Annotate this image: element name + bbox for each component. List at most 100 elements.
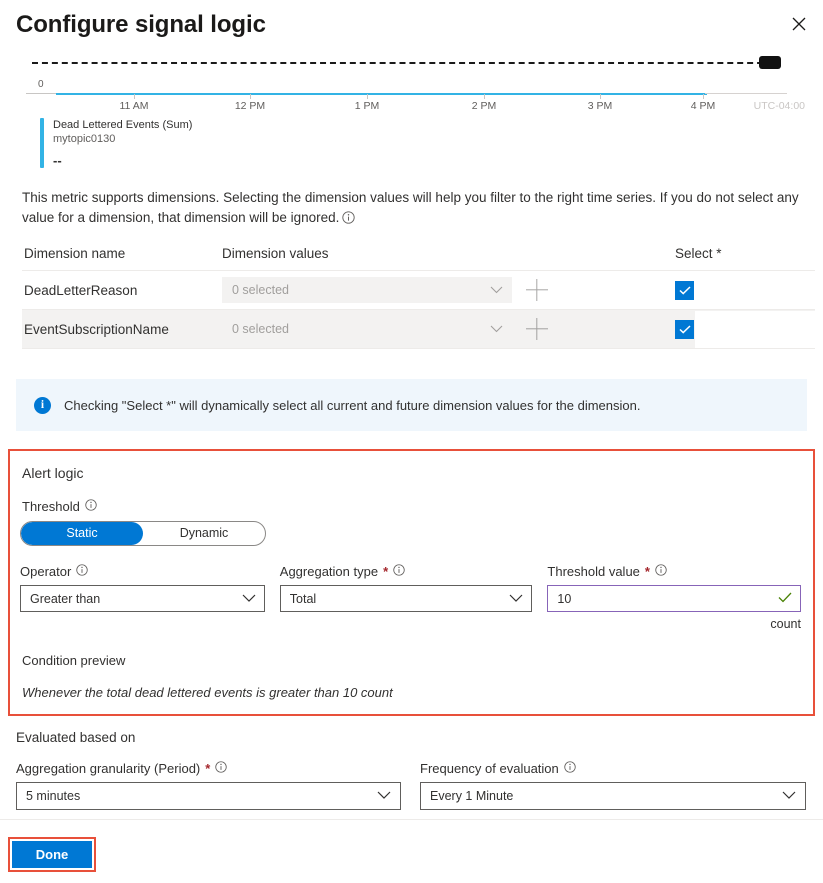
info-icon[interactable] [215, 761, 228, 776]
threshold-label: Threshold [22, 499, 801, 514]
alert-logic-fields: Operator Greater than Aggregation type *… [20, 564, 801, 631]
frequency-of-evaluation-dropdown[interactable]: Every 1 Minute [420, 782, 806, 810]
legend-value: -- [53, 153, 62, 168]
threshold-value-badge [759, 56, 781, 69]
threshold-line [32, 62, 773, 64]
column-header-dimension-values: Dimension values [222, 246, 329, 261]
column-header-dimension-name: Dimension name [24, 246, 126, 261]
info-icon[interactable] [342, 210, 356, 230]
aggregation-granularity-label-text: Aggregation granularity (Period) [16, 761, 201, 776]
chart-plot: 0 11 AM 12 PM 1 PM 2 PM 3 PM 4 PM UTC-04… [16, 54, 807, 112]
dimension-values-selected-text: 0 selected [232, 283, 289, 297]
x-tick-label: 11 AM [119, 100, 149, 112]
threshold-type-toggle[interactable]: Static Dynamic [20, 521, 266, 546]
footer-divider [0, 819, 823, 820]
info-icon[interactable] [85, 499, 97, 514]
tick-mark [703, 94, 704, 99]
legend-color-swatch [40, 118, 44, 168]
table-header-row: Dimension name Dimension values Select * [22, 246, 815, 271]
dimension-name: DeadLetterReason [24, 282, 138, 298]
done-button[interactable]: Done [12, 841, 92, 868]
dimension-values-selected-text: 0 selected [232, 322, 289, 336]
aggregation-granularity-dropdown[interactable]: 5 minutes [16, 782, 401, 810]
metric-chart: 0 11 AM 12 PM 1 PM 2 PM 3 PM 4 PM UTC-04… [16, 54, 807, 176]
x-tick-label: 3 PM [587, 100, 613, 112]
threshold-value-label-text: Threshold value [547, 564, 640, 579]
table-row: DeadLetterReason 0 selected [22, 271, 815, 310]
required-indicator: * [383, 564, 389, 579]
info-icon[interactable] [76, 564, 88, 579]
dimension-values-dropdown[interactable]: 0 selected [222, 316, 512, 342]
info-banner: i Checking "Select *" will dynamically s… [16, 379, 807, 431]
dimension-values-cell: 0 selected [222, 316, 675, 342]
dimension-values-cell: 0 selected [222, 277, 675, 303]
x-tick-label: 1 PM [354, 100, 380, 112]
frequency-of-evaluation-value: Every 1 Minute [430, 789, 514, 803]
frequency-of-evaluation-label: Frequency of evaluation [420, 761, 806, 776]
chevron-down-icon [242, 592, 256, 606]
evaluated-based-on-fields: Aggregation granularity (Period) * 5 min… [16, 761, 823, 810]
dialog-header: Configure signal logic [0, 0, 823, 48]
dimension-values-dropdown[interactable]: 0 selected [222, 277, 512, 303]
operator-value: Greater than [30, 591, 101, 606]
select-all-checkbox[interactable] [675, 319, 694, 339]
aggregation-type-label: Aggregation type * [280, 564, 533, 579]
add-dimension-value-icon[interactable] [526, 279, 548, 301]
aggregation-type-label-text: Aggregation type [279, 564, 379, 579]
info-banner-text: Checking "Select *" will dynamically sel… [64, 397, 641, 413]
dimensions-table: Dimension name Dimension values Select *… [22, 246, 823, 349]
condition-preview-label: Condition preview [22, 653, 126, 668]
legend-text: Dead Lettered Events (Sum) mytopic0130 -… [53, 118, 192, 168]
aggregation-type-dropdown[interactable]: Total [279, 585, 533, 612]
required-indicator: * [205, 761, 211, 776]
table-row: EventSubscriptionName 0 selected [22, 310, 823, 349]
operator-field: Operator Greater than [20, 564, 265, 631]
frequency-of-evaluation-label-text: Frequency of evaluation [420, 761, 559, 776]
aggregation-granularity-value: 5 minutes [26, 789, 81, 803]
info-icon[interactable] [393, 564, 405, 579]
info-icon[interactable] [564, 761, 576, 776]
info-icon[interactable] [655, 564, 667, 579]
operator-label-text: Operator [20, 564, 72, 579]
x-tick-label: 2 PM [471, 100, 497, 112]
aggregation-type-field: Aggregation type * Total [279, 564, 533, 631]
validation-check-icon [778, 592, 792, 606]
aggregation-type-value: Total [289, 591, 317, 606]
dimensions-description: This metric supports dimensions. Selecti… [22, 188, 807, 230]
threshold-value-text: 10 [557, 591, 572, 606]
chevron-down-icon [490, 283, 503, 297]
y-axis-tick-0: 0 [38, 79, 44, 90]
select-all-cell [675, 280, 815, 300]
x-tick-label: 12 PM [234, 100, 266, 112]
dimension-name: EventSubscriptionName [24, 321, 169, 337]
threshold-label-text: Threshold [22, 499, 80, 514]
x-axis: 11 AM 12 PM 1 PM 2 PM 3 PM 4 PM [16, 94, 807, 116]
condition-preview-text: Whenever the total dead lettered events … [22, 685, 393, 700]
dimensions-description-text: This metric supports dimensions. Selecti… [22, 190, 799, 225]
evaluated-based-on-title: Evaluated based on [16, 730, 136, 745]
tick-mark [367, 94, 368, 99]
select-all-cell [675, 310, 823, 348]
tick-mark [600, 94, 601, 99]
chart-legend: Dead Lettered Events (Sum) mytopic0130 -… [40, 118, 192, 168]
chevron-down-icon [509, 592, 523, 606]
legend-resource-name: mytopic0130 [53, 133, 116, 145]
done-button-highlight: Done [8, 837, 96, 872]
close-icon[interactable] [783, 8, 815, 40]
add-dimension-value-icon[interactable] [526, 318, 548, 340]
tick-mark [250, 94, 251, 99]
chevron-down-icon [377, 789, 391, 803]
timezone-label: UTC-04:00 [753, 100, 805, 112]
threshold-toggle-dynamic[interactable]: Dynamic [143, 522, 265, 545]
column-header-select: Select * [675, 246, 722, 261]
dimensions-section: This metric supports dimensions. Selecti… [0, 188, 823, 349]
threshold-value-field: Threshold value * 10 count [547, 564, 801, 631]
operator-dropdown[interactable]: Greater than [20, 585, 265, 612]
required-indicator: * [644, 564, 650, 579]
threshold-toggle-static[interactable]: Static [21, 522, 143, 545]
select-all-checkbox[interactable] [675, 280, 694, 300]
threshold-value-input[interactable]: 10 [547, 585, 801, 612]
tick-mark [484, 94, 485, 99]
threshold-value-label: Threshold value * [547, 564, 801, 579]
tick-mark [134, 94, 135, 99]
